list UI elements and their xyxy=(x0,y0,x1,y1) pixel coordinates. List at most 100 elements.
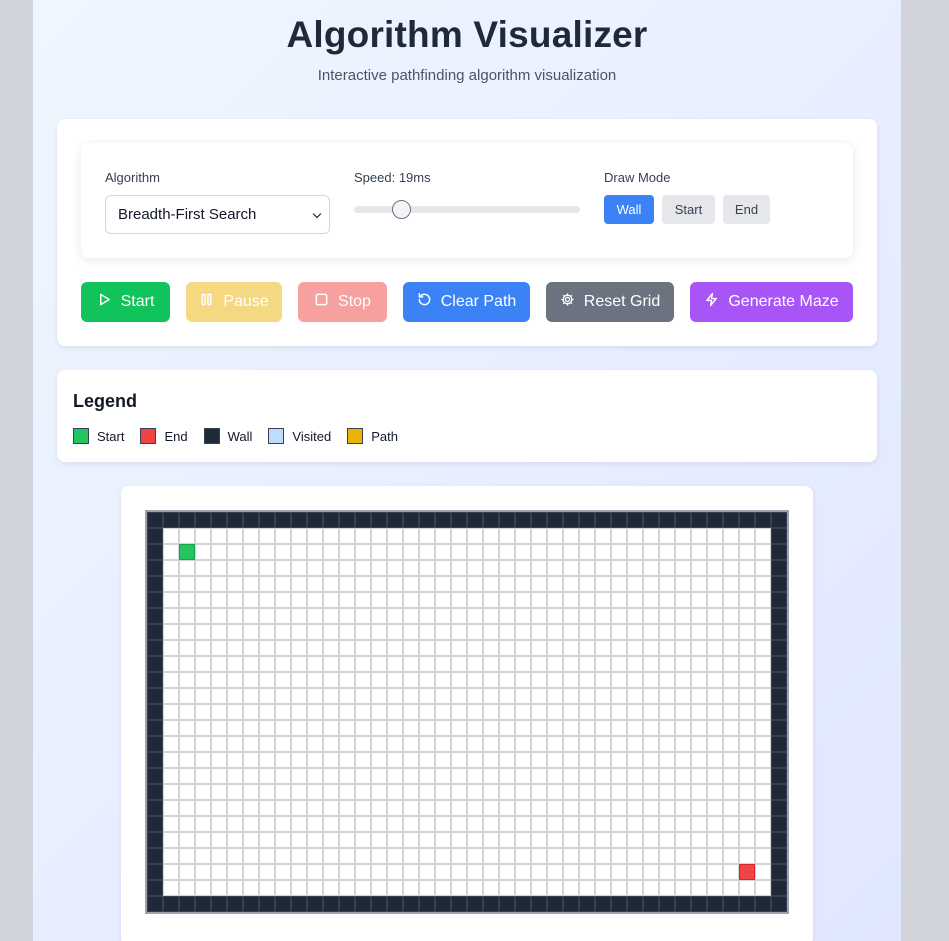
grid-cell[interactable] xyxy=(691,672,707,688)
grid-cell[interactable] xyxy=(595,800,611,816)
grid-cell[interactable] xyxy=(323,704,339,720)
grid-cell[interactable] xyxy=(435,528,451,544)
grid-cell[interactable] xyxy=(627,816,643,832)
grid-cell[interactable] xyxy=(371,592,387,608)
grid-cell[interactable] xyxy=(195,656,211,672)
grid-cell[interactable] xyxy=(483,736,499,752)
grid-cell[interactable] xyxy=(195,832,211,848)
grid-cell[interactable] xyxy=(419,864,435,880)
stop-button[interactable]: Stop xyxy=(298,282,387,322)
grid-cell[interactable] xyxy=(531,592,547,608)
grid-cell[interactable] xyxy=(627,608,643,624)
grid-cell[interactable] xyxy=(547,560,563,576)
grid-cell-wall[interactable] xyxy=(771,592,787,608)
grid-cell[interactable] xyxy=(227,624,243,640)
grid-cell[interactable] xyxy=(291,688,307,704)
grid-cell-wall[interactable] xyxy=(771,896,787,912)
grid-cell[interactable] xyxy=(243,880,259,896)
grid-cell[interactable] xyxy=(755,672,771,688)
grid-cell[interactable] xyxy=(467,528,483,544)
grid-cell-wall[interactable] xyxy=(595,512,611,528)
grid-cell[interactable] xyxy=(483,560,499,576)
grid-cell-wall[interactable] xyxy=(771,752,787,768)
grid-cell[interactable] xyxy=(595,784,611,800)
grid-cell[interactable] xyxy=(675,560,691,576)
grid-cell[interactable] xyxy=(467,624,483,640)
grid-cell[interactable] xyxy=(579,848,595,864)
grid-cell[interactable] xyxy=(531,544,547,560)
grid-cell[interactable] xyxy=(579,752,595,768)
grid-cell[interactable] xyxy=(179,784,195,800)
grid-cell[interactable] xyxy=(355,848,371,864)
grid-cell[interactable] xyxy=(707,576,723,592)
grid-cell[interactable] xyxy=(403,688,419,704)
grid-cell[interactable] xyxy=(675,640,691,656)
grid-cell[interactable] xyxy=(387,864,403,880)
grid-cell[interactable] xyxy=(323,640,339,656)
grid-cell[interactable] xyxy=(579,672,595,688)
grid-cell[interactable] xyxy=(419,528,435,544)
grid-cell[interactable] xyxy=(371,640,387,656)
grid-cell[interactable] xyxy=(547,784,563,800)
grid-cell[interactable] xyxy=(355,784,371,800)
grid-cell[interactable] xyxy=(339,560,355,576)
grid-cell[interactable] xyxy=(403,640,419,656)
grid-cell[interactable] xyxy=(675,672,691,688)
grid-cell[interactable] xyxy=(339,688,355,704)
grid-cell[interactable] xyxy=(435,720,451,736)
grid-cell[interactable] xyxy=(275,848,291,864)
grid-cell[interactable] xyxy=(419,704,435,720)
grid-cell[interactable] xyxy=(451,864,467,880)
grid-cell[interactable] xyxy=(387,640,403,656)
grid-cell[interactable] xyxy=(419,784,435,800)
grid-cell[interactable] xyxy=(403,720,419,736)
grid-cell[interactable] xyxy=(723,576,739,592)
grid-cell[interactable] xyxy=(579,816,595,832)
grid-cell[interactable] xyxy=(419,608,435,624)
grid-cell[interactable] xyxy=(547,656,563,672)
grid-cell[interactable] xyxy=(435,688,451,704)
grid-cell[interactable] xyxy=(691,848,707,864)
grid-cell[interactable] xyxy=(275,704,291,720)
grid-cell[interactable] xyxy=(435,704,451,720)
grid-cell[interactable] xyxy=(403,832,419,848)
grid-cell[interactable] xyxy=(595,608,611,624)
grid-cell-wall[interactable] xyxy=(147,672,163,688)
grid-cell[interactable] xyxy=(243,816,259,832)
grid-cell[interactable] xyxy=(691,736,707,752)
grid-cell[interactable] xyxy=(531,576,547,592)
grid-cell[interactable] xyxy=(435,624,451,640)
grid-cell-wall[interactable] xyxy=(147,512,163,528)
grid-cell[interactable] xyxy=(643,864,659,880)
grid-cell-wall[interactable] xyxy=(563,512,579,528)
grid-cell[interactable] xyxy=(275,880,291,896)
grid-cell[interactable] xyxy=(355,864,371,880)
grid-cell[interactable] xyxy=(579,720,595,736)
grid-cell[interactable] xyxy=(691,544,707,560)
grid-cell[interactable] xyxy=(195,544,211,560)
grid-cell[interactable] xyxy=(291,816,307,832)
grid-cell[interactable] xyxy=(307,672,323,688)
grid-cell[interactable] xyxy=(739,816,755,832)
grid-cell[interactable] xyxy=(723,848,739,864)
grid-cell[interactable] xyxy=(195,560,211,576)
clear-path-button[interactable]: Clear Path xyxy=(403,282,530,322)
grid-cell[interactable] xyxy=(339,640,355,656)
grid-cell[interactable] xyxy=(739,576,755,592)
grid-cell[interactable] xyxy=(675,768,691,784)
grid-cell[interactable] xyxy=(451,704,467,720)
grid-cell[interactable] xyxy=(211,704,227,720)
grid-cell[interactable] xyxy=(483,864,499,880)
grid-cell[interactable] xyxy=(307,880,323,896)
grid-cell[interactable] xyxy=(611,672,627,688)
grid-cell[interactable] xyxy=(435,736,451,752)
grid-cell[interactable] xyxy=(339,720,355,736)
grid-cell-wall[interactable] xyxy=(147,848,163,864)
grid-cell[interactable] xyxy=(467,688,483,704)
grid-cell[interactable] xyxy=(275,560,291,576)
grid-cell-wall[interactable] xyxy=(771,560,787,576)
grid-cell[interactable] xyxy=(211,848,227,864)
grid-cell[interactable] xyxy=(227,688,243,704)
grid-cell[interactable] xyxy=(755,704,771,720)
grid-cell[interactable] xyxy=(275,640,291,656)
